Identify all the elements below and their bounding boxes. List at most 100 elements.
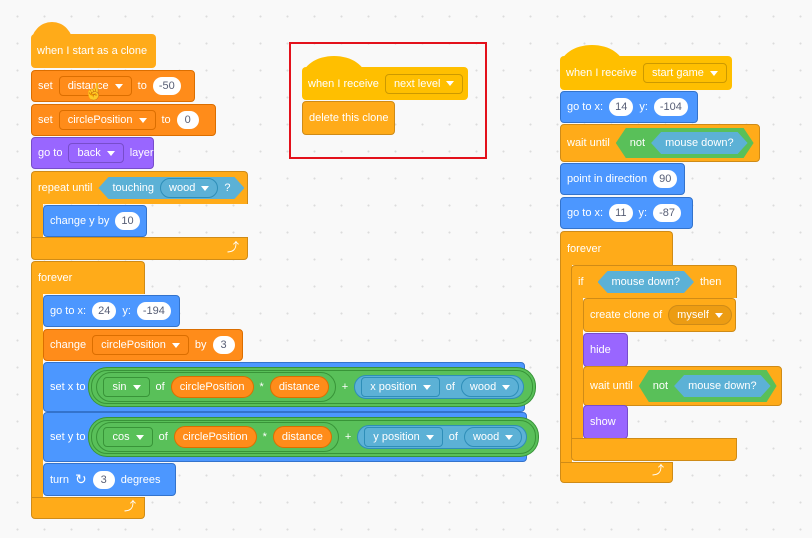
change-y-label: change y by — [50, 215, 110, 227]
add-operator[interactable]: sin of circlePosition * distance + x pos… — [91, 370, 534, 404]
caret-down-icon — [446, 81, 455, 86]
show-block[interactable]: show — [583, 405, 628, 439]
property-dropdown[interactable]: y position — [364, 427, 443, 447]
not-operator[interactable]: not mouse down? — [616, 128, 754, 158]
if-then-block[interactable]: if mouse down? then — [571, 265, 737, 298]
property-dropdown[interactable]: x position — [361, 377, 440, 397]
dropdown-value: back — [77, 147, 101, 159]
variable-dropdown[interactable]: circlePosition — [58, 110, 156, 130]
set-circleposition-block[interactable]: set circlePosition to 0 — [31, 104, 216, 136]
degrees-label: degrees — [120, 473, 161, 486]
mouse-down-condition[interactable]: mouse down? — [598, 271, 695, 293]
go-to-xy-block[interactable]: go to x: 24 y: -194 — [43, 295, 180, 327]
x-input[interactable]: 14 — [609, 98, 634, 116]
object-dropdown[interactable]: wood — [463, 427, 523, 447]
value-input[interactable]: 10 — [115, 212, 140, 230]
if-label: if — [578, 276, 584, 288]
sensing-of-reporter[interactable]: x position of wood — [354, 375, 525, 399]
mouse-down-condition[interactable]: mouse down? — [674, 375, 771, 397]
turn-block[interactable]: turn ↻ 3 degrees — [43, 463, 176, 496]
forever-label: forever — [38, 272, 73, 284]
not-label: not — [629, 137, 646, 149]
not-operator[interactable]: not mouse down? — [639, 370, 777, 402]
math-function-dropdown[interactable]: cos — [103, 427, 153, 447]
circleposition-reporter[interactable]: circlePosition — [170, 376, 254, 398]
dropdown-value: cos — [112, 431, 130, 443]
dropdown-value: circlePosition — [67, 114, 133, 126]
y-input[interactable]: -194 — [136, 302, 171, 320]
caret-down-icon — [114, 83, 123, 89]
change-label: change — [50, 339, 87, 351]
x-input[interactable]: 11 — [609, 204, 633, 222]
go-to-x-label: go to x: — [50, 305, 87, 317]
set-label: set — [38, 80, 53, 92]
degrees-input[interactable]: 3 — [92, 470, 115, 489]
sensing-of-reporter[interactable]: y position of wood — [357, 425, 528, 449]
repeat-c-side — [31, 203, 43, 238]
touching-object-dropdown[interactable]: wood — [160, 178, 218, 198]
set-y-block[interactable]: set y to cos of circlePosition * distanc… — [43, 412, 537, 462]
hand-cursor-icon: ☝ — [84, 84, 104, 101]
change-y-block[interactable]: change y by 10 — [43, 205, 147, 237]
repeat-until-block[interactable]: repeat until touching wood ? — [31, 171, 248, 204]
value-input[interactable]: 3 — [212, 336, 235, 354]
y-label: y: — [639, 101, 648, 113]
set-label: set — [38, 114, 53, 126]
y-input[interactable]: -87 — [653, 204, 681, 222]
multiply-operator[interactable]: cos of circlePosition * distance — [96, 422, 339, 452]
touching-condition[interactable]: touching wood ? — [98, 177, 244, 199]
then-label: then — [700, 276, 722, 288]
variable-dropdown[interactable]: circlePosition — [92, 335, 189, 355]
forever-block[interactable]: forever — [560, 231, 673, 265]
clone-target-dropdown[interactable]: myself — [668, 305, 732, 325]
circleposition-reporter[interactable]: circlePosition — [173, 426, 257, 448]
hat-label: when I start as a clone — [37, 45, 148, 57]
value-input[interactable]: 0 — [176, 111, 199, 129]
hide-block[interactable]: hide — [583, 333, 628, 367]
message-dropdown[interactable]: start game — [642, 63, 727, 83]
caret-down-icon — [106, 150, 115, 156]
layer-dropdown[interactable]: back — [68, 143, 124, 163]
caret-down-icon — [138, 117, 147, 123]
forever-block[interactable]: forever — [31, 261, 145, 294]
math-function-dropdown[interactable]: sin — [103, 377, 150, 397]
create-clone-block[interactable]: create clone of myself — [583, 298, 736, 332]
layer-label: layer — [129, 147, 154, 159]
question-mark: ? — [224, 182, 231, 194]
direction-input[interactable]: 90 — [653, 170, 678, 188]
change-variable-block[interactable]: change circlePosition by 3 — [43, 329, 243, 361]
distance-reporter[interactable]: distance — [272, 426, 332, 448]
when-i-receive-hat[interactable]: when I receive next level — [302, 67, 468, 100]
plus-sign: + — [341, 381, 349, 393]
wait-until-block[interactable]: wait until not mouse down? — [583, 366, 782, 406]
forever-label: forever — [567, 242, 602, 255]
dropdown-value: wood — [472, 431, 500, 443]
point-in-direction-block[interactable]: point in direction 90 — [560, 163, 685, 195]
x-input[interactable]: 24 — [92, 302, 117, 320]
when-start-as-clone-hat[interactable]: when I start as a clone — [31, 34, 156, 68]
go-to-layer-block[interactable]: go to back layer — [31, 137, 154, 169]
dropdown-value: start game — [651, 67, 704, 79]
message-dropdown[interactable]: next level — [384, 73, 464, 94]
dropdown-value: next level — [393, 77, 441, 90]
if-c-side — [571, 297, 583, 439]
value-input[interactable]: -50 — [152, 77, 181, 95]
y-input[interactable]: -104 — [653, 98, 688, 116]
caret-down-icon — [714, 312, 723, 318]
mouse-down-condition[interactable]: mouse down? — [651, 132, 748, 154]
wait-until-block[interactable]: wait until not mouse down? — [560, 124, 760, 162]
forever-c-side — [31, 293, 43, 499]
set-x-block[interactable]: set x to sin of circlePosition * distanc… — [43, 362, 534, 412]
go-to-xy-block[interactable]: go to x: 14 y: -104 — [560, 91, 698, 123]
forever-bottom: ⤴ — [560, 462, 673, 483]
delete-this-clone-block[interactable]: delete this clone — [302, 101, 395, 135]
multiply-sign: * — [259, 381, 264, 393]
add-operator[interactable]: cos of circlePosition * distance + y pos… — [91, 420, 537, 454]
multiply-operator[interactable]: sin of circlePosition * distance — [96, 372, 336, 402]
go-to-xy-block[interactable]: go to x: 11 y: -87 — [560, 197, 693, 229]
object-dropdown[interactable]: wood — [460, 377, 520, 397]
set-distance-block[interactable]: set distance to -50 — [31, 70, 195, 102]
caret-down-icon — [171, 342, 180, 348]
distance-reporter[interactable]: distance — [269, 376, 329, 398]
when-i-receive-hat[interactable]: when I receive start game — [560, 56, 732, 90]
